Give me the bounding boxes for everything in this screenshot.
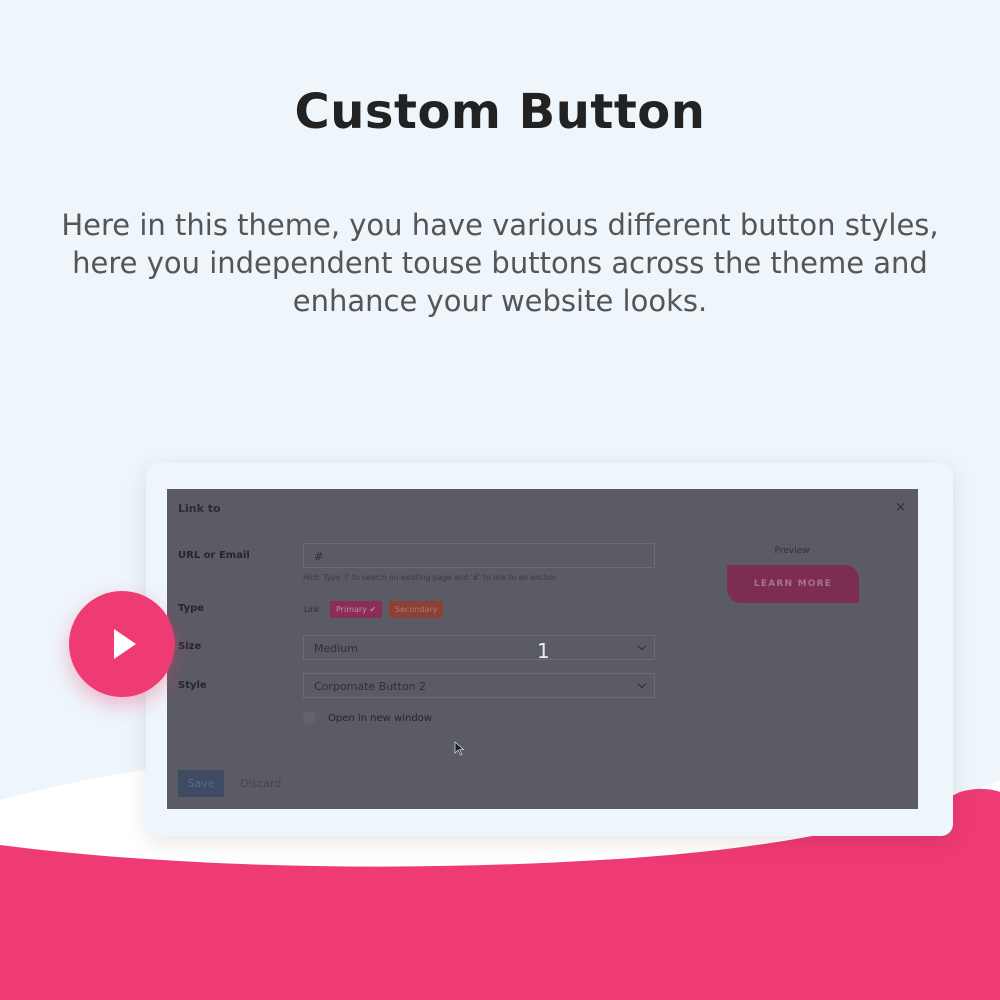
- url-input[interactable]: #: [303, 543, 655, 568]
- open-new-window-checkbox[interactable]: [303, 711, 316, 724]
- type-option-link[interactable]: Link: [304, 605, 319, 614]
- type-option-primary[interactable]: Primary ✔: [330, 601, 383, 618]
- dialog-title: Link to: [178, 502, 221, 515]
- play-button[interactable]: [69, 591, 175, 697]
- url-hint: Hint: Type '/' to search on existing pag…: [303, 573, 558, 582]
- url-label: URL or Email: [178, 550, 250, 561]
- discard-button[interactable]: Discard: [240, 777, 281, 790]
- cursor-arrow-icon: [454, 741, 465, 756]
- style-label: Style: [178, 680, 207, 691]
- screenshot-card: Link to × URL or Email # Hint: Type '/' …: [146, 463, 953, 836]
- open-new-window-label: Open in new window: [328, 713, 432, 724]
- style-select[interactable]: Corpomate Button 2: [303, 673, 655, 698]
- size-select-value: Medium: [314, 642, 358, 655]
- play-icon: [114, 629, 136, 659]
- style-select-value: Corpomate Button 2: [314, 680, 427, 693]
- close-icon[interactable]: ×: [895, 500, 906, 515]
- page-title: Custom Button: [294, 84, 706, 140]
- type-label: Type: [178, 603, 205, 614]
- page-description: Here in this theme, you have various dif…: [61, 208, 939, 318]
- size-select[interactable]: Medium: [303, 635, 655, 660]
- preview-learn-more-button: LEARN MORE: [727, 565, 859, 603]
- link-dialog: Link to × URL or Email # Hint: Type '/' …: [167, 489, 918, 809]
- type-option-secondary[interactable]: Secondary: [389, 601, 444, 618]
- size-label: Size: [178, 641, 202, 652]
- step-number: 1: [537, 639, 550, 663]
- save-button[interactable]: Save: [178, 770, 224, 797]
- preview-label: Preview: [774, 546, 810, 556]
